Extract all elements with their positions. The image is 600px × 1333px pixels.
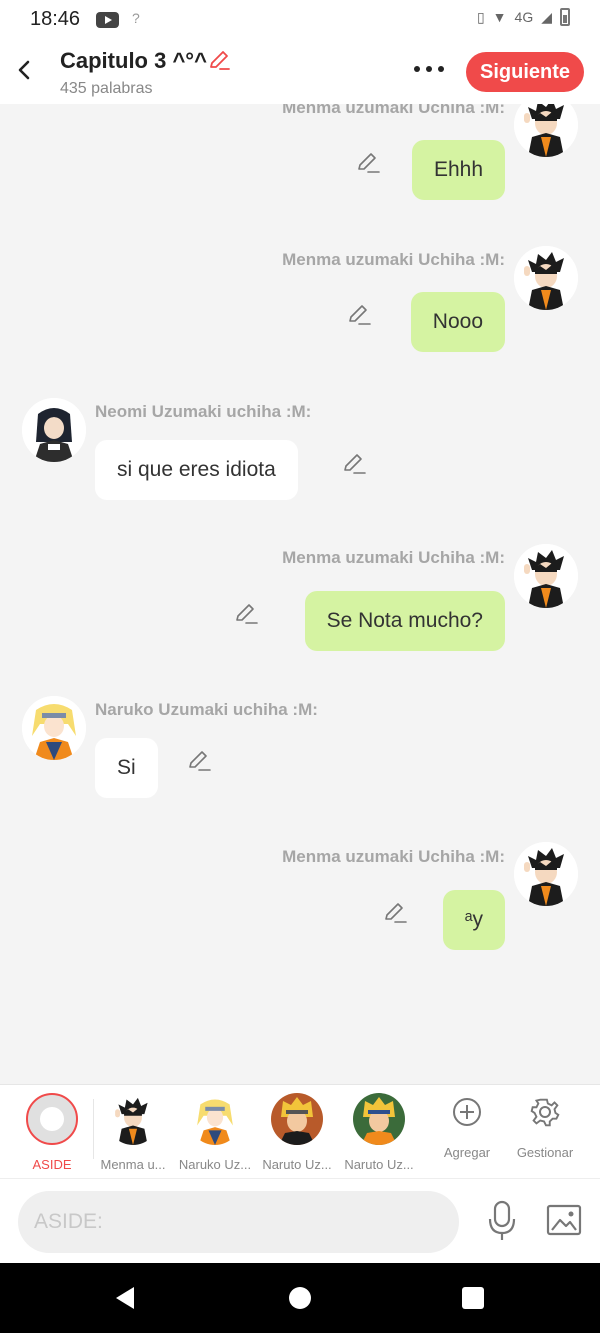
edit-message-icon[interactable] [355, 149, 381, 175]
nav-back-icon[interactable] [112, 1285, 138, 1311]
character-selector: ASIDE Menma u... Naruko Uz... Naruto Uz.… [0, 1084, 600, 1178]
message-bubble[interactable]: Se Nota mucho? [304, 591, 505, 651]
battery-icon [560, 8, 570, 26]
manage-label: Gestionar [516, 1145, 574, 1160]
avatar[interactable] [514, 544, 578, 608]
character-naruto-2[interactable]: Naruto Uz... [339, 1093, 419, 1172]
message-bubble[interactable]: Ehhh [411, 140, 505, 200]
chapter-header: Capitulo 3 ^°^ 435 palabras Siguiente [0, 40, 600, 104]
edit-message-icon[interactable] [382, 899, 408, 925]
chapter-title[interactable]: Capitulo 3 ^°^ [60, 48, 207, 74]
nav-recents-icon[interactable] [462, 1287, 484, 1309]
vibrate-icon: ▯ [476, 8, 485, 25]
more-options-icon[interactable] [412, 62, 446, 76]
avatar[interactable] [22, 398, 86, 462]
character-label: ASIDE [32, 1157, 72, 1172]
avatar [107, 1093, 159, 1145]
message-bubble[interactable]: Nooo [410, 292, 505, 352]
next-chapter-button[interactable]: Siguiente [466, 52, 584, 92]
avatar[interactable] [514, 246, 578, 310]
character-naruto-1[interactable]: Naruto Uz... [257, 1093, 337, 1172]
character-label: Menma u... [100, 1157, 166, 1172]
gear-icon [530, 1098, 560, 1127]
message-sender: Menma uzumaki Uchiha :M: [282, 847, 505, 866]
message-sender: Menma uzumaki Uchiha :M: [282, 548, 505, 567]
status-icons: ▯ ▼ 4G ◢ [477, 8, 570, 26]
add-character-button[interactable]: Agregar [427, 1093, 507, 1160]
chat-area[interactable]: Menma uzumaki Uchiha :M: Ehhh Menma uzum… [0, 104, 600, 1084]
avatar [189, 1093, 241, 1145]
back-arrow-icon[interactable] [14, 56, 34, 84]
message-sender: Menma uzumaki Uchiha :M: [282, 104, 505, 117]
plus-circle-icon [453, 1098, 481, 1126]
cell-signal-icon: ◢ [541, 8, 552, 25]
avatar[interactable] [22, 696, 86, 760]
edit-message-icon[interactable] [346, 301, 372, 327]
message-bubble[interactable]: si que eres idiota [95, 440, 298, 500]
status-time: 18:46 [30, 8, 81, 30]
word-count: 435 palabras [60, 80, 153, 97]
edit-message-icon[interactable] [186, 747, 212, 773]
input-bar [0, 1178, 600, 1263]
edit-message-icon[interactable] [341, 450, 367, 476]
character-aside[interactable]: ASIDE [12, 1093, 92, 1172]
no-signal-icon: ? [132, 10, 140, 26]
character-menma[interactable]: Menma u... [93, 1093, 173, 1172]
message-sender: Menma uzumaki Uchiha :M: [282, 250, 505, 269]
wifi-icon: ▼ [492, 9, 507, 25]
add-label: Agregar [443, 1145, 491, 1160]
message-sender: Neomi Uzumaki uchiha :M: [95, 402, 312, 421]
message-sender: Naruko Uzumaki uchiha :M: [95, 700, 318, 719]
avatar[interactable] [514, 842, 578, 906]
avatar[interactable] [514, 104, 578, 157]
character-naruko[interactable]: Naruko Uz... [175, 1093, 255, 1172]
android-nav-bar [0, 1263, 600, 1333]
avatar [271, 1093, 323, 1145]
microphone-icon[interactable] [486, 1199, 518, 1243]
network-type: 4G [514, 9, 534, 25]
message-bubble[interactable]: Si [95, 738, 158, 798]
image-icon[interactable] [546, 1203, 582, 1237]
aside-icon [26, 1093, 78, 1145]
edit-message-icon[interactable] [233, 600, 259, 626]
nav-home-icon[interactable] [289, 1287, 311, 1309]
status-bar: 18:46 ? ▯ ▼ 4G ◢ [0, 0, 600, 40]
character-label: Naruto Uz... [262, 1157, 332, 1172]
manage-characters-button[interactable]: Gestionar [505, 1093, 585, 1160]
avatar [353, 1093, 405, 1145]
message-bubble[interactable]: ᵃy [442, 890, 505, 950]
character-label: Naruko Uz... [178, 1157, 252, 1172]
message-input[interactable] [18, 1191, 459, 1253]
youtube-notification-icon [96, 12, 119, 28]
character-label: Naruto Uz... [344, 1157, 414, 1172]
pencil-icon[interactable] [207, 48, 231, 72]
